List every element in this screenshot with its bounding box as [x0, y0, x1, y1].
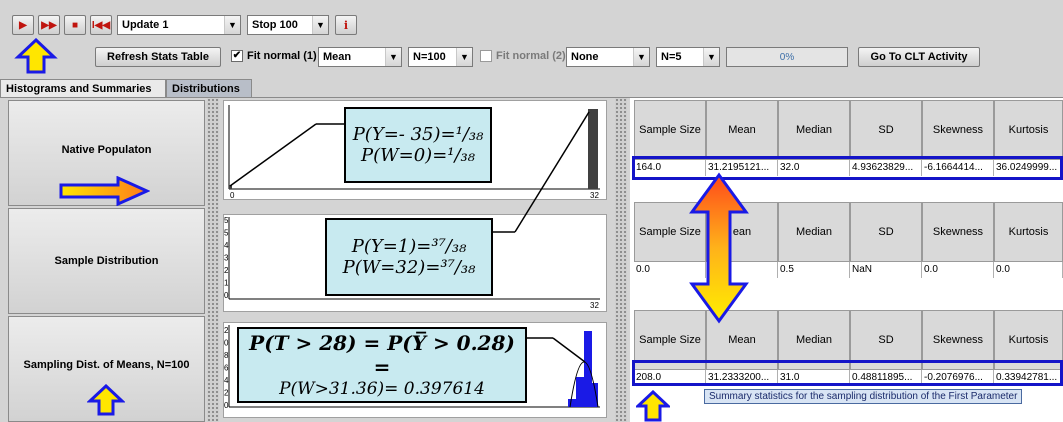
up-arrow-icon: [14, 38, 58, 74]
tooltip: Summary statistics for the sampling dist…: [704, 389, 1023, 404]
split-handle[interactable]: [207, 98, 219, 422]
stop-select[interactable]: Stop 100 ▼: [247, 15, 329, 35]
info-icon: i: [343, 18, 349, 32]
panel-label: Sampling Dist. of Means, N=100: [23, 359, 190, 371]
parameter-2-value: None: [571, 51, 599, 63]
column-header[interactable]: SD: [850, 100, 922, 160]
progress-bar: 0%: [726, 47, 848, 67]
column-header[interactable]: Median: [778, 202, 850, 262]
up-arrow-icon: [636, 390, 670, 422]
chevron-down-icon: ▼: [633, 48, 649, 66]
sampling-row-highlight: [632, 360, 1063, 386]
tooltip-text: Summary statistics for the sampling dist…: [709, 391, 1018, 402]
leader-line: [552, 337, 586, 363]
checkbox-box: [480, 50, 492, 62]
fit-normal-2-label: Fit normal (2): [496, 50, 566, 62]
column-header[interactable]: Skewness: [922, 202, 994, 262]
parameter-1-select[interactable]: Mean ▼: [318, 47, 402, 67]
leader-line: [229, 123, 317, 187]
column-header[interactable]: Kurtosis: [994, 202, 1063, 262]
column-header[interactable]: Mean: [706, 100, 778, 160]
callout-line: P(W=32)=³⁷/₃₈: [342, 257, 476, 278]
checkbox-box: ✔: [231, 50, 243, 62]
callout-line: P(Y=- 35)=¹/₃₈: [352, 124, 484, 145]
sample-probability-callout: P(Y=1)=³⁷/₃₈ P(W=32)=³⁷/₃₈: [325, 218, 493, 296]
reset-button[interactable]: I◀◀: [90, 15, 112, 35]
stop-select-value: Stop 100: [252, 19, 298, 31]
tab-label: Distributions: [172, 82, 240, 95]
refresh-stats-label: Refresh Stats Table: [107, 51, 209, 63]
column-header[interactable]: Median: [778, 100, 850, 160]
fit-normal-1-label: Fit normal (1): [247, 50, 317, 62]
sampling-probability-callout: P(T > 28) = P(Y̅ > 0.28) = P(W>31.36)= 0…: [237, 327, 527, 403]
fit-normal-2-checkbox[interactable]: Fit normal (2): [480, 50, 566, 62]
n1-value: N=100: [413, 51, 446, 63]
sample-distribution-panel[interactable]: Sample Distribution: [8, 208, 205, 314]
tab-histograms-summaries[interactable]: Histograms and Summaries: [0, 79, 166, 97]
callout-line: P(T > 28) = P(Y̅ > 0.28) =: [249, 331, 515, 379]
callout-line: P(W>31.36)= 0.397614: [279, 379, 485, 399]
table-cell[interactable]: 0.0: [994, 262, 1063, 278]
update-select-value: Update 1: [122, 19, 169, 31]
n2-value: N=5: [661, 51, 682, 63]
double-arrow-icon: [689, 172, 749, 324]
play-button[interactable]: ▶: [12, 15, 34, 35]
tab-distributions[interactable]: Distributions: [166, 79, 252, 97]
fast-forward-button[interactable]: ▶▶: [38, 15, 60, 35]
chevron-down-icon: ▼: [385, 48, 401, 66]
panel-label: Sample Distribution: [54, 255, 159, 267]
right-arrow-icon: [59, 176, 150, 206]
tab-label: Histograms and Summaries: [6, 82, 152, 95]
parameter-1-value: Mean: [323, 51, 352, 63]
go-to-clt-button[interactable]: Go To CLT Activity: [858, 47, 980, 67]
go-to-clt-label: Go To CLT Activity: [870, 51, 968, 63]
table-cell[interactable]: 0.0: [922, 262, 994, 278]
refresh-stats-button[interactable]: Refresh Stats Table: [95, 47, 221, 67]
callout-line: P(W=0)=¹/₃₈: [361, 145, 475, 166]
leader-line: [514, 111, 590, 233]
callout-line: P(Y=1)=³⁷/₃₈: [351, 236, 467, 257]
parameter-2-select[interactable]: None ▼: [566, 47, 650, 67]
column-header[interactable]: SD: [850, 202, 922, 262]
native-stats-header: Sample Size Mean Median SD Skewness Kurtosis: [634, 100, 1063, 160]
play-icon: ▶: [19, 19, 27, 31]
column-header[interactable]: Kurtosis: [994, 100, 1063, 160]
fast-forward-icon: ▶▶: [41, 19, 57, 31]
split-handle[interactable]: [615, 98, 627, 422]
n1-select[interactable]: N=100 ▼: [408, 47, 473, 67]
panel-label: Native Populaton: [61, 144, 152, 156]
chevron-down-icon: ▼: [456, 48, 472, 66]
chevron-down-icon: ▼: [312, 16, 328, 34]
native-probability-callout: P(Y=- 35)=¹/₃₈ P(W=0)=¹/₃₈: [344, 107, 492, 183]
progress-text: 0%: [779, 51, 795, 63]
column-header[interactable]: Sample Size: [634, 100, 706, 160]
table-cell[interactable]: NaN: [850, 262, 922, 278]
up-arrow-icon: [87, 384, 125, 416]
stop-button[interactable]: ■: [64, 15, 86, 35]
chevron-down-icon: ▼: [703, 48, 719, 66]
column-header[interactable]: Skewness: [922, 100, 994, 160]
reset-icon: I◀◀: [91, 19, 111, 31]
fit-normal-1-checkbox[interactable]: ✔ Fit normal (1): [231, 50, 317, 62]
table-cell[interactable]: 0.5: [778, 262, 850, 278]
stop-icon: ■: [71, 19, 79, 31]
chevron-down-icon: ▼: [224, 16, 240, 34]
update-select[interactable]: Update 1 ▼: [117, 15, 241, 35]
n2-select[interactable]: N=5 ▼: [656, 47, 720, 67]
info-button[interactable]: i: [335, 15, 357, 35]
